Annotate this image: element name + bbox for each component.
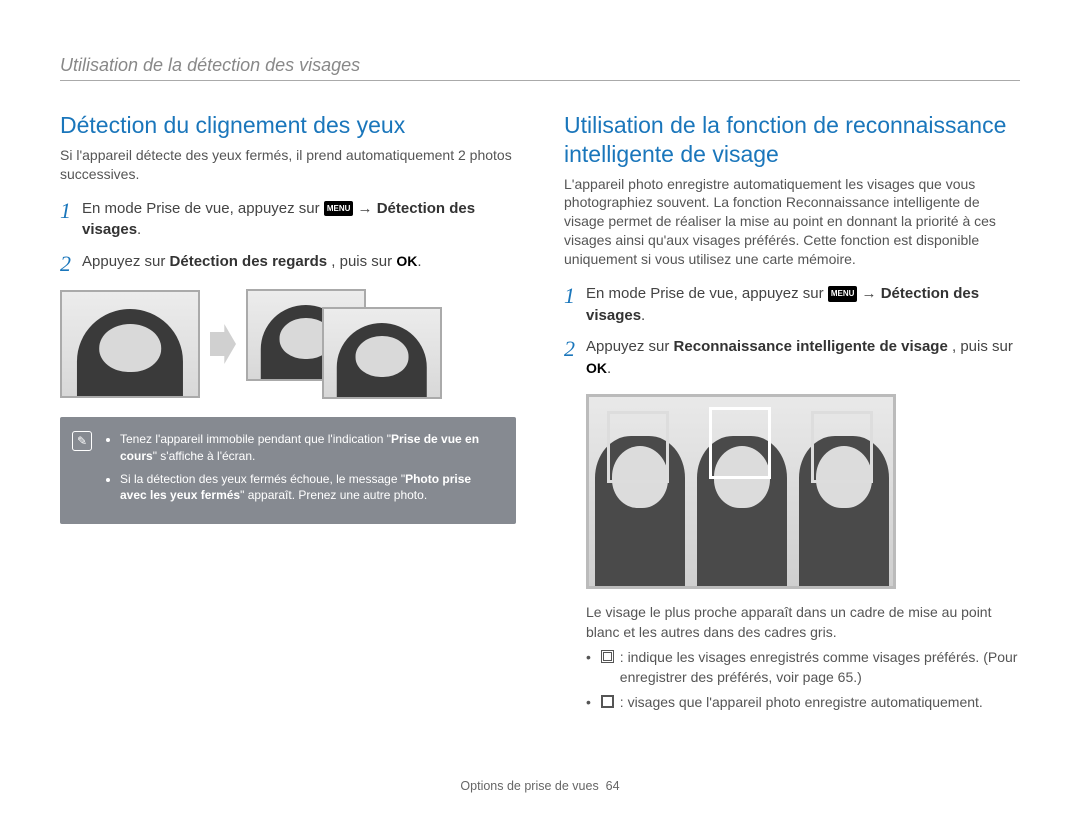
step-text: Appuyez sur Reconnaissance intelligente … [586,336,1020,380]
nb2-pre: Si la détection des yeux fermés échoue, … [120,472,405,486]
content-columns: Détection du clignement des yeux Si l'ap… [60,111,1020,713]
page-footer: Options de prise de vues 64 [0,779,1080,793]
step-1-left: 1 En mode Prise de vue, appuyez sur MENU… [60,198,516,242]
r-step1-pre: En mode Prise de vue, appuyez sur [586,285,828,302]
nb2-post: " apparaît. Prenez une autre photo. [240,488,427,502]
step-2-left: 2 Appuyez sur Détection des regards , pu… [60,251,516,275]
note-bullet-1: Tenez l'appareil immobile pendant que l'… [120,431,498,465]
arrow-glyph: → [358,200,373,217]
illustration-smart-recognition [586,394,896,589]
intro-smart: L'appareil photo enregistre automatiquem… [564,175,1020,269]
nb1-post: " s'affiche à l'écran. [153,449,256,463]
r-step2-pre: Appuyez sur [586,338,674,355]
r-step2-bold: Reconnaissance intelligente de visage [674,338,948,355]
ok-icon: OK [586,360,607,376]
step-text: En mode Prise de vue, appuyez sur MENU →… [586,283,1020,327]
focus-frame-gray [811,411,873,483]
auto-frame-icon [601,695,614,708]
step-text: Appuyez sur Détection des regards , puis… [82,251,421,273]
photo-result-2 [322,307,442,399]
arrow-icon [210,324,236,364]
bullet-auto-text: : visages que l'appareil photo enregistr… [620,693,983,713]
step-number: 1 [564,285,586,307]
step2-post: , puis sur [331,253,396,270]
step-number: 1 [60,200,82,222]
bullet-pref-text: : indique les visages enregistrés comme … [620,648,1020,687]
menu-icon: MENU [324,201,354,217]
footer-page-number: 64 [606,779,620,793]
preferred-frame-icon [601,650,614,663]
step-2-right: 2 Appuyez sur Reconnaissance intelligent… [564,336,1020,380]
focus-frame-white [709,407,771,479]
caption-smart: Le visage le plus proche apparaît dans u… [586,603,1020,713]
bullet-preferred: • : indique les visages enregistrés comm… [586,648,1020,687]
step2-bold: Détection des regards [170,253,328,270]
section-title-smart: Utilisation de la fonction de reconnaiss… [564,111,1020,169]
step-number: 2 [60,253,82,275]
note-icon: ✎ [72,431,92,451]
note-box: ✎ Tenez l'appareil immobile pendant que … [60,417,516,524]
note-bullet-2: Si la détection des yeux fermés échoue, … [120,471,498,505]
right-column: Utilisation de la fonction de reconnaiss… [564,111,1020,713]
footer-section-name: Options de prise de vues [460,779,598,793]
step1-pre: En mode Prise de vue, appuyez sur [82,200,324,217]
ok-icon: OK [396,253,417,269]
section-title-blink: Détection du clignement des yeux [60,111,516,140]
step-number: 2 [564,338,586,360]
nb1-pre: Tenez l'appareil immobile pendant que l'… [120,432,391,446]
breadcrumb: Utilisation de la détection des visages [60,55,1020,81]
bullet-auto: • : visages que l'appareil photo enregis… [586,693,1020,713]
step-text: En mode Prise de vue, appuyez sur MENU →… [82,198,516,242]
photo-eyes-closed [60,290,200,398]
menu-icon: MENU [828,286,858,302]
photo-pair [246,289,442,399]
arrow-glyph: → [862,285,877,302]
intro-blink: Si l'appareil détecte des yeux fermés, i… [60,146,516,184]
r-step2-post: , puis sur [952,338,1013,355]
focus-frame-gray [607,411,669,483]
caption-line-1: Le visage le plus proche apparaît dans u… [586,603,1020,642]
step-1-right: 1 En mode Prise de vue, appuyez sur MENU… [564,283,1020,327]
step2-pre: Appuyez sur [82,253,170,270]
illustration-blink [60,289,516,399]
left-column: Détection du clignement des yeux Si l'ap… [60,111,516,713]
